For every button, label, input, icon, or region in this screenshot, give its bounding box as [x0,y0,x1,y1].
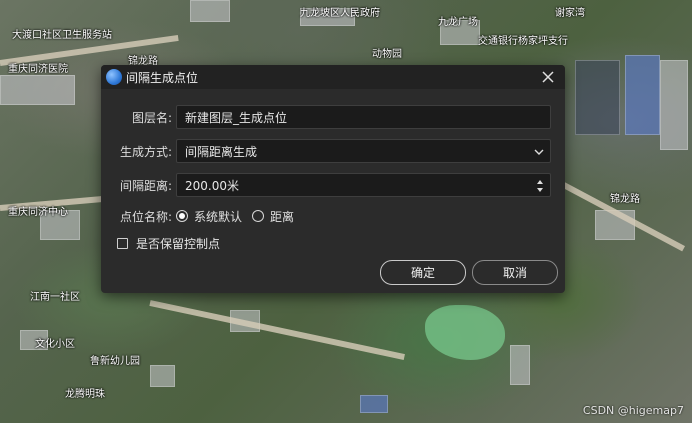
map-building [510,345,530,385]
map-label: 龙腾明珠 [65,389,105,400]
dialog-title: 间隔生成点位 [126,70,199,85]
map-label: 锦龙路 [610,194,640,205]
app-logo-icon [106,69,122,85]
map-building [625,55,660,135]
method-select[interactable]: 间隔距离生成 [176,139,551,163]
map-building [0,75,75,105]
layer-name-value: 新建图层_生成点位 [185,110,288,125]
map-road [149,300,405,360]
map-building [575,60,620,135]
method-value: 间隔距离生成 [185,144,258,159]
radio-distance[interactable] [252,210,265,222]
point-name-row: 点位名称: 系统默认 距离 [101,204,565,228]
chevron-down-icon [534,149,544,155]
method-label: 生成方式: [119,144,172,159]
map-label: 江南一社区 [30,292,80,303]
cancel-button[interactable]: 取消 [472,260,558,285]
map-building [150,365,175,387]
map-label: 谢家湾 [555,8,585,19]
close-button[interactable] [539,67,557,87]
map-label: 鲁新幼儿园 [90,356,140,367]
watermark: CSDN @higemap7 [582,404,684,417]
keep-control-points-row: 是否保留控制点 [117,234,220,252]
map-building [190,0,230,22]
distance-spinbox[interactable]: 200.00米 [176,173,551,197]
map-building [360,395,388,413]
map-label: 动物园 [372,49,402,60]
point-name-label: 点位名称: [119,209,172,224]
keep-control-points-label[interactable]: 是否保留控制点 [136,235,220,252]
layer-name-label: 图层名: [131,110,172,125]
layer-name-input[interactable]: 新建图层_生成点位 [176,105,551,129]
map-label: 九龙广场 [438,17,478,28]
map-label: 重庆同济医院 [8,64,68,75]
distance-label: 间隔距离: [119,178,172,193]
radio-distance-label[interactable]: 距离 [270,208,294,225]
close-icon [542,71,554,83]
distance-value: 200.00米 [185,178,239,193]
map-label: 九龙坡区人民政府 [300,8,380,19]
radio-system-default[interactable] [176,210,188,222]
map-label: 大渡口社区卫生服务站 [12,30,112,41]
map-lake [425,305,505,360]
distance-row: 间隔距离: 200.00米 [101,173,565,197]
keep-control-points-checkbox[interactable] [117,237,128,249]
dialog-titlebar[interactable]: 间隔生成点位 [101,65,565,89]
method-row: 生成方式: 间隔距离生成 [101,139,565,163]
point-name-radio-group: 系统默认 距离 [176,204,304,228]
map-label: 重庆同济中心 [8,207,68,218]
ok-button[interactable]: 确定 [380,260,466,285]
map-label: 交通银行杨家坪支行 [478,36,568,47]
interval-points-dialog: 间隔生成点位 图层名: 新建图层_生成点位 生成方式: 间隔距离生成 间隔距离:… [101,65,565,293]
radio-system-default-label[interactable]: 系统默认 [194,208,242,225]
map-building [660,60,688,150]
map-label: 文化小区 [35,339,75,350]
layer-name-row: 图层名: 新建图层_生成点位 [101,105,565,129]
spinner-arrows-icon[interactable] [536,178,544,194]
